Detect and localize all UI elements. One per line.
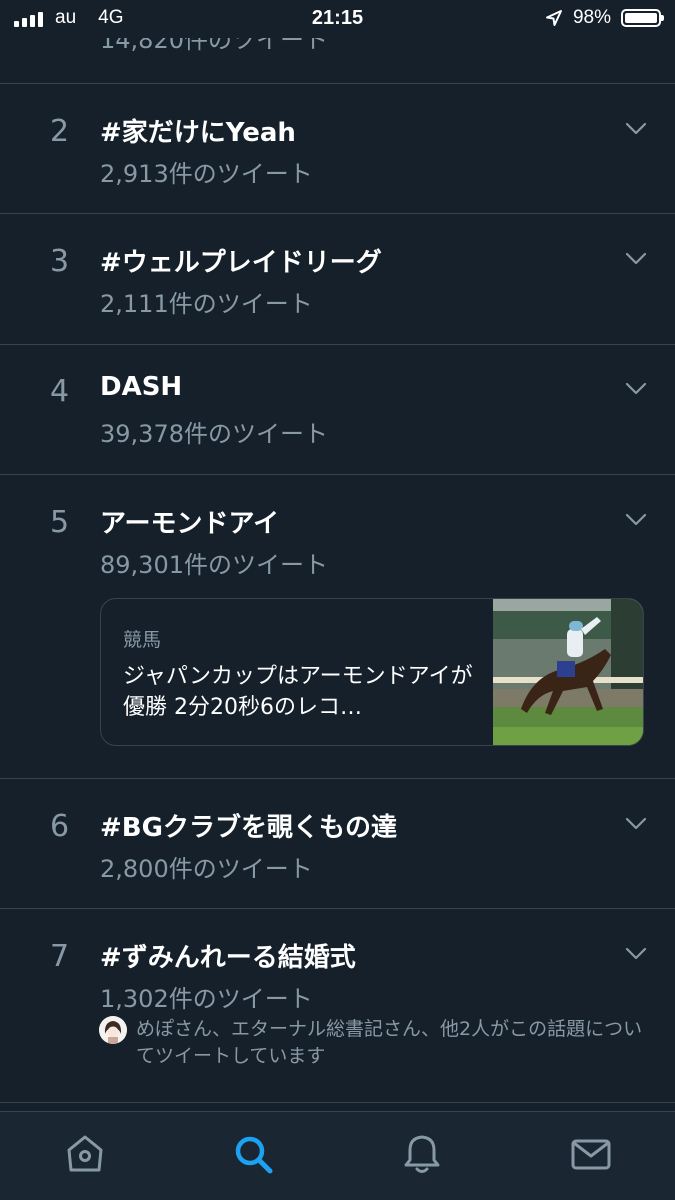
- news-category: 競馬: [123, 629, 162, 651]
- news-headline: ジャパンカップはアーモンドアイが優勝 2分20秒6のレコ…: [123, 664, 473, 720]
- location-arrow-icon: [545, 10, 562, 26]
- status-bar: au 4G 21:15 98%: [0, 0, 675, 38]
- trend-tweet-count: 89,301件のツイート: [100, 551, 328, 579]
- trend-item-7[interactable]: 7 #ずみんれーる結婚式 1,302件のツイート: [0, 909, 675, 1102]
- home-icon[interactable]: [63, 1132, 107, 1176]
- trend-item-6[interactable]: 6 #BGクラブを覗くもの達 2,800件のツイート: [0, 779, 675, 908]
- chevron-down-icon[interactable]: [625, 252, 647, 266]
- chevron-down-icon[interactable]: [625, 513, 647, 527]
- chevron-down-icon[interactable]: [625, 817, 647, 831]
- battery-percentage: 98%: [572, 7, 611, 28]
- chevron-down-icon[interactable]: [625, 947, 647, 961]
- trend-context: めぽさん、エターナル総書記さん、他2人がこの話題についてツイートしています: [136, 1018, 643, 1067]
- trend-topic: アーモンドアイ: [100, 509, 280, 539]
- trend-rank: 5: [50, 505, 70, 540]
- trend-tweet-count: 1,302件のツイート: [100, 985, 313, 1013]
- trend-rank: 4: [50, 374, 70, 409]
- trend-tweet-count: 2,913件のツイート: [100, 160, 313, 188]
- chevron-down-icon[interactable]: [625, 382, 647, 396]
- trend-topic: #BGクラブを覗くもの達: [100, 813, 397, 843]
- trend-topic: #ウェルプレイドリーグ: [100, 248, 382, 278]
- trend-rank: 2: [50, 114, 70, 149]
- trend-topic: DASH: [100, 372, 183, 402]
- trend-tweet-count: 2,800件のツイート: [100, 855, 313, 883]
- mail-icon[interactable]: [569, 1132, 613, 1176]
- trend-item-2[interactable]: 2 #家だけにYeah 2,913件のツイート: [0, 84, 675, 213]
- trend-item-3[interactable]: 3 #ウェルプレイドリーグ 2,111件のツイート: [0, 214, 675, 344]
- trend-rank: 7: [50, 939, 70, 974]
- trend-topic: #ずみんれーる結婚式: [100, 943, 356, 973]
- trend-tweet-count: 39,378件のツイート: [100, 420, 328, 448]
- chevron-down-icon[interactable]: [625, 122, 647, 136]
- avatar: [99, 1016, 127, 1044]
- news-thumbnail: [493, 599, 643, 745]
- news-card[interactable]: 競馬 ジャパンカップはアーモンドアイが優勝 2分20秒6のレコ…: [100, 598, 644, 746]
- divider: [0, 1102, 675, 1103]
- search-icon[interactable]: [231, 1132, 275, 1176]
- trend-topic: #家だけにYeah: [100, 118, 296, 148]
- trend-rank: 6: [50, 809, 70, 844]
- trend-rank: 3: [50, 244, 70, 279]
- bell-icon[interactable]: [400, 1132, 444, 1176]
- trend-tweet-count: 2,111件のツイート: [100, 290, 313, 318]
- tab-bar: [0, 1111, 675, 1200]
- battery-icon: [621, 9, 664, 27]
- trend-item-4[interactable]: 4 DASH 39,378件のツイート: [0, 345, 675, 474]
